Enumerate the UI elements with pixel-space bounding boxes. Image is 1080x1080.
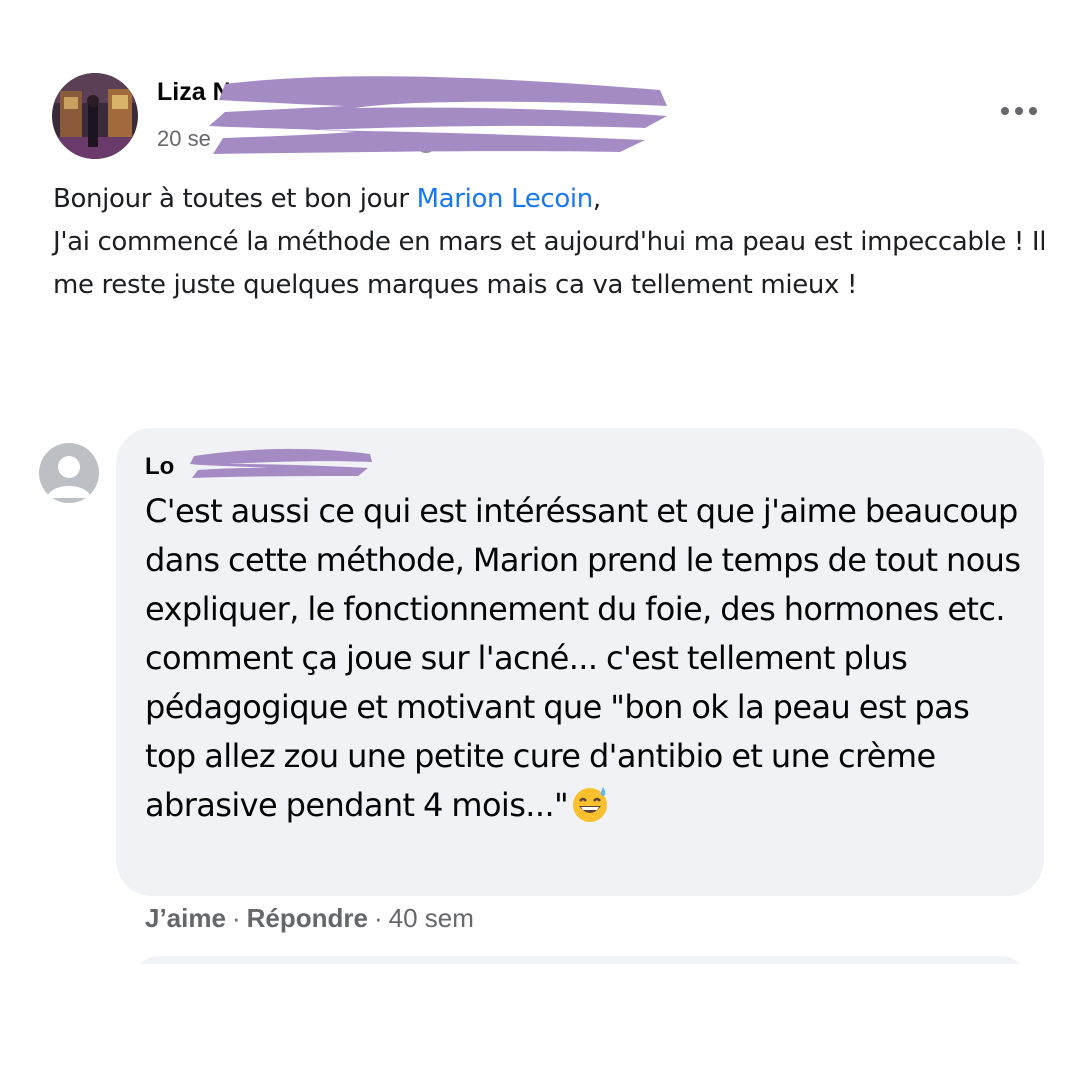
page-background (120, 964, 1040, 1004)
separator: · (373, 903, 383, 933)
comment-time[interactable]: 40 sem (389, 903, 474, 933)
comment-message: C'est aussi ce qui est intéréssant et qu… (145, 492, 1021, 824)
redaction-scribble-commenter (190, 448, 372, 478)
post-greeting-line: Bonjour à toutes et bon jour Marion Leco… (53, 178, 1053, 221)
grinning-sweat-emoji (570, 784, 610, 838)
redaction-scribble (209, 76, 667, 154)
commenter-avatar[interactable] (38, 442, 100, 504)
comment-text: C'est aussi ce qui est intéréssant et qu… (145, 487, 1025, 838)
post-greeting-end: , (592, 184, 601, 214)
author-avatar[interactable] (52, 73, 138, 159)
facebook-post: Liza N 20 se Bonjour à toutes et bon jou… (0, 0, 1080, 1080)
separator: · (231, 903, 241, 933)
mention-link[interactable]: Marion Lecoin (417, 184, 594, 214)
reply-button[interactable]: Répondre (247, 903, 368, 933)
more-horizontal-icon (1001, 107, 1037, 115)
post-date[interactable]: 20 se (157, 126, 211, 152)
post-text: Bonjour à toutes et bon jour Marion Leco… (53, 178, 1053, 307)
post-greeting: Bonjour à toutes et bon jour (53, 184, 417, 214)
post-message: J'ai commencé la méthode en mars et aujo… (53, 227, 1047, 300)
more-options-button[interactable] (996, 96, 1042, 126)
like-button[interactable]: J’aime (145, 903, 226, 933)
comment-author[interactable]: Lo (145, 453, 174, 481)
comment-actions: J’aime · Répondre · 40 sem (145, 903, 474, 934)
